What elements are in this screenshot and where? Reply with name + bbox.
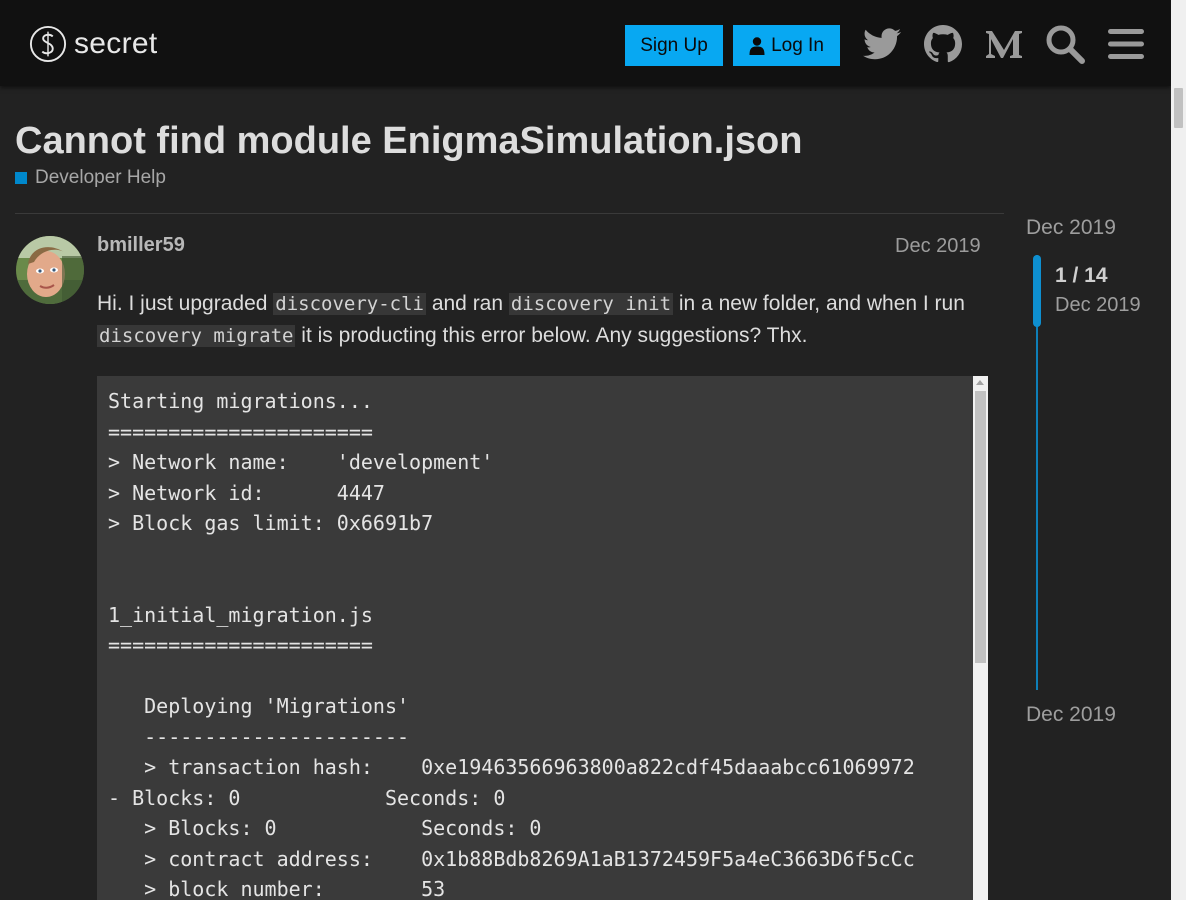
code-line: > Blocks: 0 Seconds: 0	[108, 816, 542, 840]
timeline-position: 1 / 14	[1055, 264, 1108, 287]
logo-text: secret	[74, 27, 158, 60]
code-line: > block number: 53	[108, 877, 446, 900]
category-name: Developer Help	[35, 167, 166, 188]
login-button[interactable]: Log In	[733, 25, 840, 66]
code-line: ----------------------	[108, 724, 410, 749]
signup-button[interactable]: Sign Up	[625, 25, 723, 66]
hamburger-menu-icon[interactable]	[1105, 23, 1147, 65]
timeline-current-date: Dec 2019	[1055, 294, 1141, 316]
category-badge[interactable]: Developer Help	[15, 167, 166, 189]
medium-icon[interactable]	[983, 23, 1025, 65]
code-line: > Network name: 'development'	[108, 450, 494, 474]
twitter-icon[interactable]	[861, 23, 903, 65]
code-line: 1_initial_migration.js	[108, 602, 373, 627]
code-line: > transaction hash: 0xe19463566963800a82…	[108, 755, 915, 779]
inline-code: discovery migrate	[97, 325, 296, 347]
secret-logo-icon	[29, 25, 67, 63]
code-content: Starting migrations... ==================…	[108, 386, 915, 900]
topic-title[interactable]: Cannot find module EnigmaSimulation.json	[15, 120, 802, 163]
page-scrollbar[interactable]	[1171, 0, 1186, 900]
post-text-segment: and ran	[425, 292, 509, 315]
post-text-segment: in a new folder, and when I run	[673, 292, 965, 315]
code-scrollbar[interactable]	[973, 376, 988, 900]
site-logo[interactable]: secret	[29, 24, 158, 64]
avatar[interactable]	[16, 236, 84, 304]
scroll-up-arrow-icon[interactable]	[976, 380, 984, 385]
timeline-end-date[interactable]: Dec 2019	[1026, 703, 1116, 727]
page-scrollbar-thumb[interactable]	[1174, 88, 1183, 128]
timeline-handle[interactable]	[1033, 255, 1041, 327]
code-line: Starting migrations...	[108, 389, 373, 413]
topic-divider	[15, 213, 1004, 214]
timeline-start-date[interactable]: Dec 2019	[1026, 216, 1116, 240]
post-username[interactable]: bmiller59	[97, 234, 185, 257]
inline-code: discovery-cli	[273, 293, 426, 315]
inline-code: discovery init	[508, 293, 674, 315]
post-text-segment: Hi. I just upgraded	[97, 292, 274, 315]
search-icon[interactable]	[1044, 23, 1086, 65]
category-color-swatch	[15, 172, 27, 184]
code-line: ======================	[108, 633, 373, 657]
code-line: > contract address: 0x1b88Bdb8269A1aB137…	[108, 846, 915, 871]
code-line: - Blocks: 0 Seconds: 0	[108, 785, 506, 810]
code-line: > Network id: 4447	[108, 480, 385, 505]
login-label: Log In	[771, 34, 824, 56]
post-body: Hi. I just upgraded discovery-cli and ra…	[97, 288, 992, 352]
code-scrollbar-thumb[interactable]	[975, 391, 986, 663]
post-text-segment: it is producting this error below. Any s…	[295, 324, 808, 347]
code-line: Deploying 'Migrations'	[108, 694, 410, 718]
site-header: secret Sign Up Log In	[0, 0, 1171, 86]
github-icon[interactable]	[922, 23, 964, 65]
code-line: ======================	[108, 419, 373, 444]
code-line: > Block gas limit: 0x6691b7	[108, 511, 434, 535]
code-block[interactable]: Starting migrations... ==================…	[97, 376, 988, 900]
post-date[interactable]: Dec 2019	[895, 235, 981, 258]
user-icon	[749, 36, 765, 55]
